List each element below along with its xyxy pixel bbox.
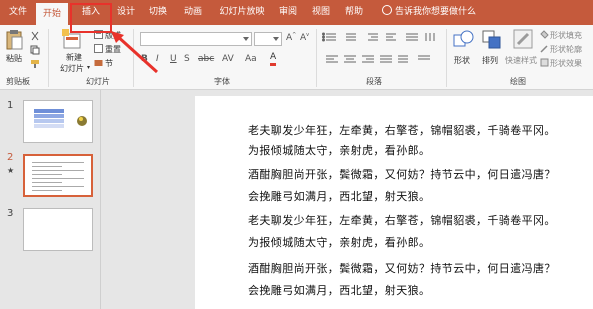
tab-view[interactable]: 视图 (307, 0, 335, 25)
thumbnail-text-line (32, 182, 62, 183)
copy-icon (30, 45, 40, 55)
shapes-button[interactable]: 形状 (454, 55, 470, 66)
tab-review[interactable]: 审阅 (274, 0, 302, 25)
cut-icon (31, 31, 39, 41)
slide-text-line[interactable]: 老夫聊发少年狂，左牵黄，右擎苍，锦帽貂裘，千骑卷平冈。 (248, 122, 556, 138)
slide-number: 2 (7, 152, 14, 163)
thumbnail-text-line (32, 186, 84, 187)
paste-icon (6, 30, 23, 50)
quick-styles-button[interactable]: 快速样式 (505, 55, 537, 66)
slide-text-line[interactable]: 会挽雕弓如满月，西北望，射天狼。 (248, 282, 430, 298)
separator (446, 29, 447, 87)
effects-icon (540, 58, 549, 67)
new-slide-button[interactable]: 新建 (66, 52, 82, 63)
separator (316, 29, 317, 87)
underline-button[interactable]: U (170, 54, 177, 64)
ribbon: 粘贴 剪贴板 新建 幻灯片 ▾ 版式 重置 节 幻灯片 A^ Av B I U … (0, 25, 593, 90)
slide-text-line[interactable]: 为报倾城随太守，亲射虎，看孙郎。 (248, 142, 430, 158)
format-painter-icon (31, 60, 39, 68)
shadow-button[interactable]: S (184, 54, 190, 64)
shrink-font-icon[interactable]: Av (300, 32, 309, 43)
thumbnail-content (34, 109, 87, 128)
slide-thumbnail-pane: 1 2 ★ 3 (0, 90, 100, 309)
paragraph-group-label: 段落 (366, 77, 382, 86)
tab-slideshow[interactable]: 幻灯片放映 (213, 0, 271, 25)
slide-number: 3 (7, 208, 14, 219)
font-group-label: 字体 (214, 77, 230, 86)
pane-divider[interactable] (100, 90, 101, 309)
slide-text-line[interactable]: 酒酣胸胆尚开张，鬓微霜，又何妨？持节云中，何日遣冯唐？ (248, 260, 556, 276)
thumbnail-text-line (32, 174, 62, 175)
tab-design[interactable]: 设计 (112, 0, 140, 25)
shape-effects-button[interactable]: 形状效果 (550, 58, 582, 69)
slide-text-line[interactable]: 酒酣胸胆尚开张，鬓微霜，又何妨？持节云中，何日遣冯唐？ (248, 166, 556, 182)
quick-styles-icon (513, 29, 533, 49)
slide-canvas[interactable]: 老夫聊发少年狂，左牵黄，右擎苍，锦帽貂裘，千骑卷平冈。 为报倾城随太守，亲射虎，… (195, 96, 593, 309)
section-icon (94, 60, 103, 66)
chevron-down-icon: ▾ (87, 64, 91, 71)
paragraph-tools (322, 32, 435, 63)
reset-icon (94, 44, 103, 53)
paste-button[interactable]: 粘贴 (6, 53, 22, 64)
shape-outline-button[interactable]: 形状轮廓 (550, 44, 582, 55)
separator (48, 29, 49, 87)
drawing-group-label: 绘图 (510, 77, 526, 86)
chevron-down-icon (243, 37, 249, 41)
slide-text-line[interactable]: 会挽雕弓如满月，西北望，射天狼。 (248, 188, 430, 204)
tab-home[interactable]: 开始 (36, 3, 68, 25)
thumbnail-text-line (32, 170, 84, 171)
slide-text-line[interactable]: 为报倾城随太守，亲射虎，看孙郎。 (248, 234, 430, 250)
grow-font-icon[interactable]: A^ (286, 32, 296, 43)
tell-me-box[interactable]: 告诉我你想要做什么 (382, 0, 476, 25)
thumbnail-text-line (32, 166, 62, 167)
tab-transitions[interactable]: 切换 (143, 0, 173, 25)
annotation-arrow-icon (111, 31, 159, 74)
arrange-button[interactable]: 排列 (482, 55, 498, 66)
thumbnail-text-line (32, 178, 84, 179)
lightbulb-icon (382, 5, 392, 15)
tab-file[interactable]: 文件 (3, 0, 33, 25)
thumbnail-text-line (32, 190, 62, 191)
chevron-down-icon (273, 37, 279, 41)
slide-thumbnail-1[interactable] (23, 100, 93, 143)
clipboard-group-label: 剪贴板 (6, 77, 30, 86)
slide-thumbnail-2[interactable] (23, 154, 93, 197)
outline-icon (540, 45, 548, 53)
insert-tab-highlight (70, 3, 112, 33)
strikethrough-button[interactable]: abc (198, 54, 214, 64)
char-spacing-button[interactable]: AV (222, 54, 234, 64)
tell-me-text: 告诉我你想要做什么 (395, 7, 477, 17)
tab-help[interactable]: 帮助 (340, 0, 368, 25)
fill-icon (540, 30, 549, 39)
font-color-button[interactable]: A (270, 52, 277, 66)
change-case-button[interactable]: Aa (245, 54, 257, 64)
new-slide-label-2: 幻灯片 (60, 64, 84, 73)
font-size-combo[interactable] (254, 32, 282, 46)
tab-animations[interactable]: 动画 (178, 0, 208, 25)
animation-star-icon: ★ (7, 166, 15, 175)
slide-thumbnail-3[interactable] (23, 208, 93, 251)
slide-number: 1 (7, 100, 14, 111)
arrange-icon (482, 30, 501, 49)
thumbnail-text-line (32, 162, 84, 163)
slide-text-line[interactable]: 老夫聊发少年狂，左牵黄，右擎苍，锦帽貂裘，千骑卷平冈。 (248, 212, 556, 228)
shapes-icon (453, 30, 474, 47)
slides-group-label: 幻灯片 (86, 77, 110, 86)
shape-fill-button[interactable]: 形状填充 (550, 30, 582, 41)
